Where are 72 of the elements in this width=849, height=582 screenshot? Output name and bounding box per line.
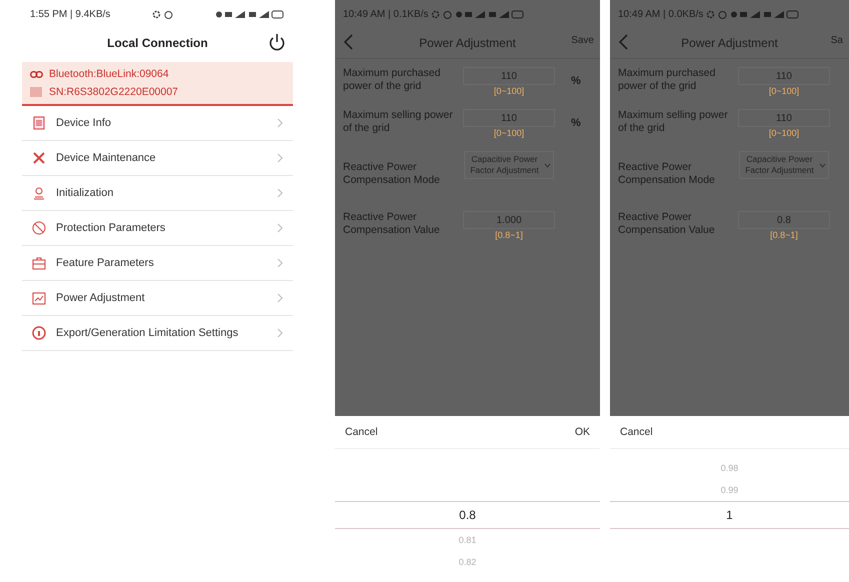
document-icon: [32, 116, 46, 130]
field-label: Maximum purchased power of the grid: [343, 67, 442, 93]
cancel-button[interactable]: Cancel: [341, 424, 382, 440]
signal-battery-icon: [214, 10, 285, 18]
bluetooth-label: Bluetooth:BlueLink:09064: [49, 68, 169, 80]
chevron-right-icon: [277, 258, 283, 268]
picker-option[interactable]: 0.99: [610, 479, 849, 501]
screen-title: Power Adjustment: [681, 36, 778, 50]
menu-item[interactable]: Feature Parameters: [22, 246, 293, 281]
link-icon: [30, 70, 43, 78]
status-time: 10:49 AM | 0.1KB/s: [343, 8, 428, 20]
input-field[interactable]: 110: [738, 67, 830, 85]
signal-battery-icon: [455, 10, 526, 18]
menu-item[interactable]: Export/Generation Limitation Settings: [22, 316, 293, 351]
back-icon[interactable]: [343, 34, 353, 50]
dropdown-field[interactable]: Capacitive Power Factor Adjustment: [464, 151, 554, 179]
range-hint: [0~100]: [494, 128, 524, 138]
range-hint: [0~100]: [768, 128, 800, 138]
cancel-button[interactable]: Cancel: [616, 424, 657, 440]
dropdown-field[interactable]: Capacitive Power Factor Adjustment: [739, 151, 829, 179]
chevron-right-icon: [277, 188, 283, 198]
field-label: Maximum selling power of the grid: [343, 109, 454, 135]
picker-option[interactable]: 1: [610, 501, 849, 529]
power-icon[interactable]: [269, 33, 285, 51]
picker-option[interactable]: 0.81: [335, 529, 600, 551]
picker-option[interactable]: 0.98: [610, 457, 849, 479]
prohibited-icon: [32, 221, 46, 235]
menu-item[interactable]: Protection Parameters: [22, 211, 293, 246]
screen-title: Local Connection: [107, 36, 208, 50]
field-label: Reactive Power Compensation Value: [618, 211, 716, 237]
save-button[interactable]: Sa: [830, 35, 849, 46]
back-icon[interactable]: [618, 34, 628, 50]
field-label: Reactive Power Compensation Mode: [618, 160, 716, 187]
status-time: 10:49 AM | 0.0KB/s: [618, 8, 704, 20]
input-field[interactable]: 110: [463, 109, 555, 127]
chevron-right-icon: [277, 223, 283, 233]
save-button[interactable]: Save: [571, 35, 600, 46]
unit-label: %: [570, 74, 582, 87]
status-time: 1:55 PM | 9.4KB/s: [30, 8, 110, 20]
picker-option[interactable]: 0.8: [335, 501, 600, 529]
menu-item[interactable]: Device Info: [22, 106, 293, 141]
unit-label: %: [570, 116, 582, 129]
menu-item[interactable]: Power Adjustment: [22, 281, 293, 316]
field-label: Reactive Power Compensation Mode: [343, 160, 441, 187]
input-field[interactable]: 110: [463, 67, 555, 85]
chevron-right-icon: [277, 153, 283, 163]
picker-option[interactable]: 0.82: [335, 551, 600, 573]
field-label: Maximum selling power of the grid: [618, 109, 729, 135]
screen-title: Power Adjustment: [419, 36, 516, 50]
info-icon: [32, 326, 46, 340]
range-hint: [0.8~1]: [495, 230, 523, 240]
barcode-icon: [30, 87, 43, 97]
chevron-right-icon: [277, 118, 283, 128]
menu-item[interactable]: Device Maintenance: [22, 141, 293, 176]
ok-button[interactable]: OK: [570, 424, 594, 440]
serial-label: SN:R6S3802G2220E00007: [49, 86, 178, 98]
range-hint: [0~100]: [494, 86, 524, 96]
input-field[interactable]: 0.8: [738, 211, 830, 229]
chevron-right-icon: [277, 293, 283, 303]
range-hint: [0.8~1]: [770, 230, 798, 240]
input-field[interactable]: 110: [738, 109, 830, 127]
briefcase-icon: [32, 256, 46, 270]
range-hint: [0~100]: [768, 86, 800, 96]
input-field[interactable]: 1.000: [463, 211, 555, 229]
caret-icon: [819, 162, 826, 168]
field-label: Maximum purchased power of the grid: [618, 67, 716, 93]
field-label: Reactive Power Compensation Value: [343, 211, 441, 237]
signal-battery-icon: [730, 10, 800, 18]
chevron-right-icon: [277, 328, 283, 338]
chart-icon: [32, 291, 46, 305]
menu-item[interactable]: Initialization: [22, 176, 293, 211]
caret-icon: [544, 162, 551, 168]
